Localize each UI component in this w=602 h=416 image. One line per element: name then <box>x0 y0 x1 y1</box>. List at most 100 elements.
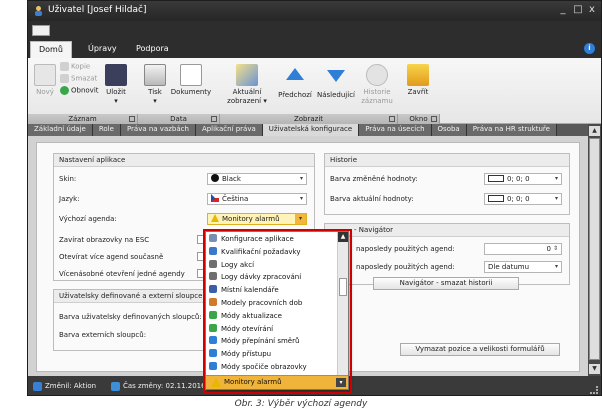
content-tab-section-rights[interactable]: Práva na úsecích <box>359 124 432 136</box>
changed-value-color: 0; 0; 0 <box>507 175 530 183</box>
new-button[interactable]: Nový <box>34 64 56 97</box>
skin-select[interactable]: Black ▾ <box>207 173 307 185</box>
current-value-color-label: Barva aktuální hodnoty: <box>330 195 414 203</box>
current-view-label: Aktuální zobrazení <box>227 88 262 105</box>
quick-access-toolbar <box>28 21 601 39</box>
chevron-down-icon: ▾ <box>299 175 303 182</box>
history-group-title: Historie <box>325 154 569 167</box>
group-display-label: Zobrazit <box>220 114 398 124</box>
group-display-launcher-icon[interactable] <box>389 116 395 122</box>
warning-icon <box>211 214 219 222</box>
save-button[interactable]: Uložit ▾ <box>103 64 129 106</box>
application-menu-button[interactable] <box>32 25 50 36</box>
settings-group-title: Nastavení aplikace <box>54 154 314 167</box>
save-label: Uložit <box>106 88 126 96</box>
skin-label: Skin: <box>59 175 77 183</box>
changed-value-color-select[interactable]: 0; 0; 0 ▾ <box>484 173 562 185</box>
group-record-launcher-icon[interactable] <box>129 116 135 122</box>
close-on-esc-label: Zavírat obrazovky na ESC <box>59 236 150 244</box>
print-button[interactable]: Tisk ▾ <box>144 64 166 106</box>
minimize-button[interactable]: _ <box>556 4 570 15</box>
spinner-icon[interactable]: ⇕ <box>553 244 558 254</box>
copy-icon <box>60 62 69 71</box>
multiple-same-label: Vícenásobné otevření jedné agendy <box>59 270 185 278</box>
default-agenda-select[interactable]: Monitory alarmů ▾ <box>207 213 307 225</box>
close-record-label: Zavřít <box>407 88 429 96</box>
clear-navigator-history-button[interactable]: Navigátor - smazat historii <box>373 277 519 290</box>
group-record-text: Záznam <box>68 115 97 123</box>
default-agenda-value: Monitory alarmů <box>222 215 280 223</box>
content-tab-roles[interactable]: Role <box>92 124 121 136</box>
chevron-down-icon: ▾ <box>554 263 558 270</box>
window-title: Uživatel [Josef Hildač] <box>48 5 147 15</box>
documents-label: Dokumenty <box>170 88 212 96</box>
content-tab-hr-rights[interactable]: Práva na HR struktuře <box>466 124 557 136</box>
content-tab-person[interactable]: Osoba <box>431 124 467 136</box>
print-label: Tisk <box>148 88 162 96</box>
documents-button[interactable]: Dokumenty <box>170 64 212 97</box>
arrow-up-icon <box>286 68 304 80</box>
refresh-button[interactable]: Obnovit <box>60 86 99 95</box>
chevron-down-icon[interactable]: ▾ <box>295 214 306 224</box>
highlight-frame <box>203 229 352 394</box>
delete-button[interactable]: Smazat <box>60 74 97 83</box>
last-used-count-label: naposledy použitých agend: <box>356 245 455 253</box>
main-scrollbar[interactable]: ▲ ▼ <box>588 124 601 376</box>
content-tab-app-rights[interactable]: Aplikační práva <box>195 124 263 136</box>
scroll-down-icon[interactable]: ▼ <box>589 364 600 374</box>
previous-label: Předchozí <box>278 91 312 99</box>
chevron-down-icon: ▾ <box>299 195 303 202</box>
history-label: Historie záznamu <box>361 88 393 105</box>
calendar-icon <box>111 382 120 391</box>
previous-button[interactable]: Předchozí <box>276 64 314 100</box>
close-button[interactable]: x <box>585 4 599 15</box>
current-value-color-select[interactable]: 0; 0; 0 ▾ <box>484 193 562 205</box>
group-window-launcher-icon[interactable] <box>431 116 437 122</box>
arrow-down-icon <box>327 70 345 82</box>
delete-icon <box>60 74 69 83</box>
printer-icon <box>144 64 166 86</box>
group-window-text: Okno <box>409 115 428 123</box>
language-select[interactable]: Čeština ▾ <box>207 193 307 205</box>
external-columns-color-label: Barva externích sloupců: <box>59 331 147 339</box>
reset-form-layout-button[interactable]: Vymazat pozice a velikosti formulářů <box>400 343 560 356</box>
maximize-button[interactable]: □ <box>571 4 585 15</box>
resize-grip-icon[interactable] <box>590 386 598 394</box>
copy-button[interactable]: Kopie <box>60 62 90 71</box>
tab-support[interactable]: Podpora <box>128 41 177 58</box>
help-icon[interactable]: i <box>584 43 595 54</box>
user-columns-color-label: Barva uživatelsky definovaných sloupců: <box>59 313 202 321</box>
ribbon-tabs: Domů Úpravy Podpora i <box>28 39 601 58</box>
title-bar: Uživatel [Josef Hildač] _ □ x <box>28 1 601 21</box>
group-data-launcher-icon[interactable] <box>211 116 217 122</box>
delete-label: Smazat <box>71 74 98 83</box>
tab-edit[interactable]: Úpravy <box>80 41 125 58</box>
content-tab-basic[interactable]: Základní údaje <box>28 124 93 136</box>
open-multiple-label: Otevírat více agend současně <box>59 253 164 261</box>
scroll-thumb[interactable] <box>589 138 600 360</box>
documents-icon <box>180 64 202 86</box>
navigator-group-title: - Navigátor <box>325 224 569 237</box>
tab-home[interactable]: Domů <box>30 41 72 58</box>
content-tab-user-config[interactable]: Uživatelská konfigurace <box>262 124 360 136</box>
folder-exit-icon <box>407 64 429 86</box>
last-used-sort-value: Dle datumu <box>488 263 530 271</box>
scroll-up-icon[interactable]: ▲ <box>589 126 600 136</box>
group-window-label: Okno <box>398 114 440 124</box>
changed-value-color-label: Barva změněné hodnoty: <box>330 175 418 183</box>
next-label: Následující <box>317 91 355 99</box>
last-used-count-value: 0 <box>546 245 551 253</box>
czech-flag-icon <box>211 194 219 202</box>
last-used-sort-select[interactable]: Dle datumu ▾ <box>484 261 562 273</box>
skin-value: Black <box>222 175 241 183</box>
color-swatch <box>488 195 504 202</box>
history-button[interactable]: Historie záznamu <box>360 64 394 106</box>
last-used-count-input[interactable]: 0 ⇕ <box>484 243 562 255</box>
last-used-sort-label: naposledy použitých agend: <box>356 263 455 271</box>
current-view-button[interactable]: Aktuální zobrazení ▾ <box>224 64 270 106</box>
close-record-button[interactable]: Zavřít <box>403 64 433 97</box>
content-tab-link-rights[interactable]: Práva na vazbách <box>120 124 196 136</box>
group-display-text: Zobrazit <box>293 115 324 123</box>
next-button[interactable]: Následující <box>316 64 356 100</box>
figure-caption: Obr. 3: Výběr výchozí agendy <box>234 399 368 409</box>
